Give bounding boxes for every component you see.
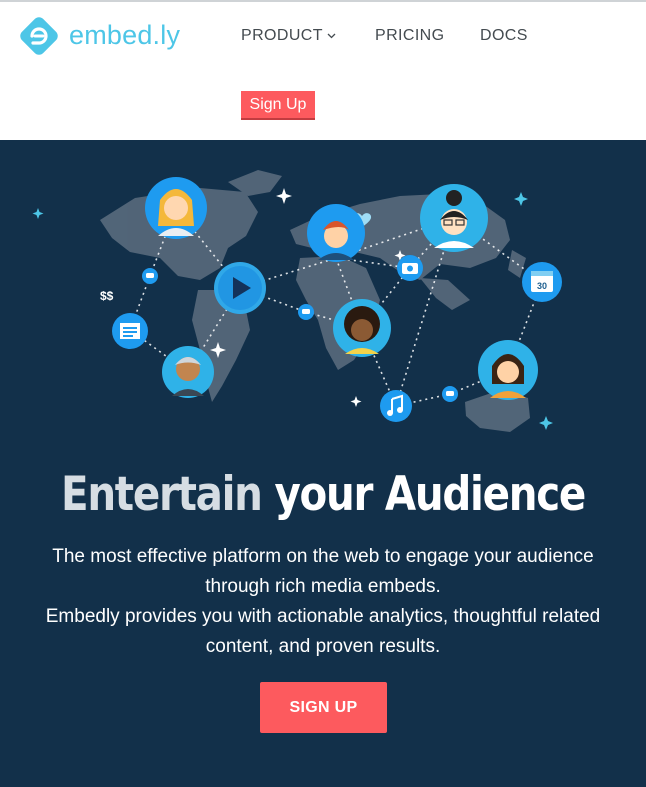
nav-docs[interactable]: DOCS bbox=[480, 27, 528, 45]
dollar-icon: $$ bbox=[100, 289, 114, 303]
hero-signup-button[interactable]: SIGN UP bbox=[260, 682, 387, 733]
avatar-afro-woman bbox=[333, 299, 391, 357]
world-network-illustration: $$ 30 bbox=[32, 170, 562, 432]
hero-title: Entertain your Audience bbox=[45, 467, 601, 522]
svg-text:30: 30 bbox=[537, 281, 547, 291]
music-icon bbox=[380, 390, 412, 422]
nav-product[interactable]: PRODUCT bbox=[241, 27, 336, 45]
nav-product-label: PRODUCT bbox=[241, 27, 323, 44]
header-signup-button[interactable]: Sign Up bbox=[241, 91, 315, 120]
play-icon bbox=[214, 262, 266, 314]
nav-pricing[interactable]: PRICING bbox=[375, 27, 444, 45]
hero-section: $$ 30 Entertain your Audience The most e… bbox=[0, 140, 646, 787]
hero-description: The most effective platform on the web t… bbox=[20, 542, 626, 662]
logo[interactable]: embed.ly bbox=[15, 12, 180, 60]
avatar-gray-hair-man bbox=[162, 346, 214, 398]
chevron-down-icon bbox=[327, 33, 336, 39]
hero-title-part1: Entertain bbox=[60, 467, 263, 522]
logo-text: embed.ly bbox=[69, 19, 181, 50]
avatar-brown-hair-woman bbox=[478, 340, 538, 400]
avatar-red-hair-man bbox=[307, 204, 365, 262]
site-header: embed.ly PRODUCT PRICING DOCS Sign Up bbox=[0, 2, 646, 140]
calendar-icon: 30 bbox=[522, 262, 562, 302]
hero-text-line1: The most effective platform on the web t… bbox=[52, 546, 594, 597]
hero-text-line2: Embedly provides you with actionable ana… bbox=[45, 606, 601, 657]
logo-icon bbox=[20, 17, 58, 55]
avatar-blonde-woman bbox=[145, 177, 207, 239]
camera-icon bbox=[397, 255, 423, 281]
avatar-glasses-woman bbox=[420, 184, 488, 252]
document-icon bbox=[112, 313, 148, 349]
hero-title-part2: your Audience bbox=[274, 467, 586, 522]
